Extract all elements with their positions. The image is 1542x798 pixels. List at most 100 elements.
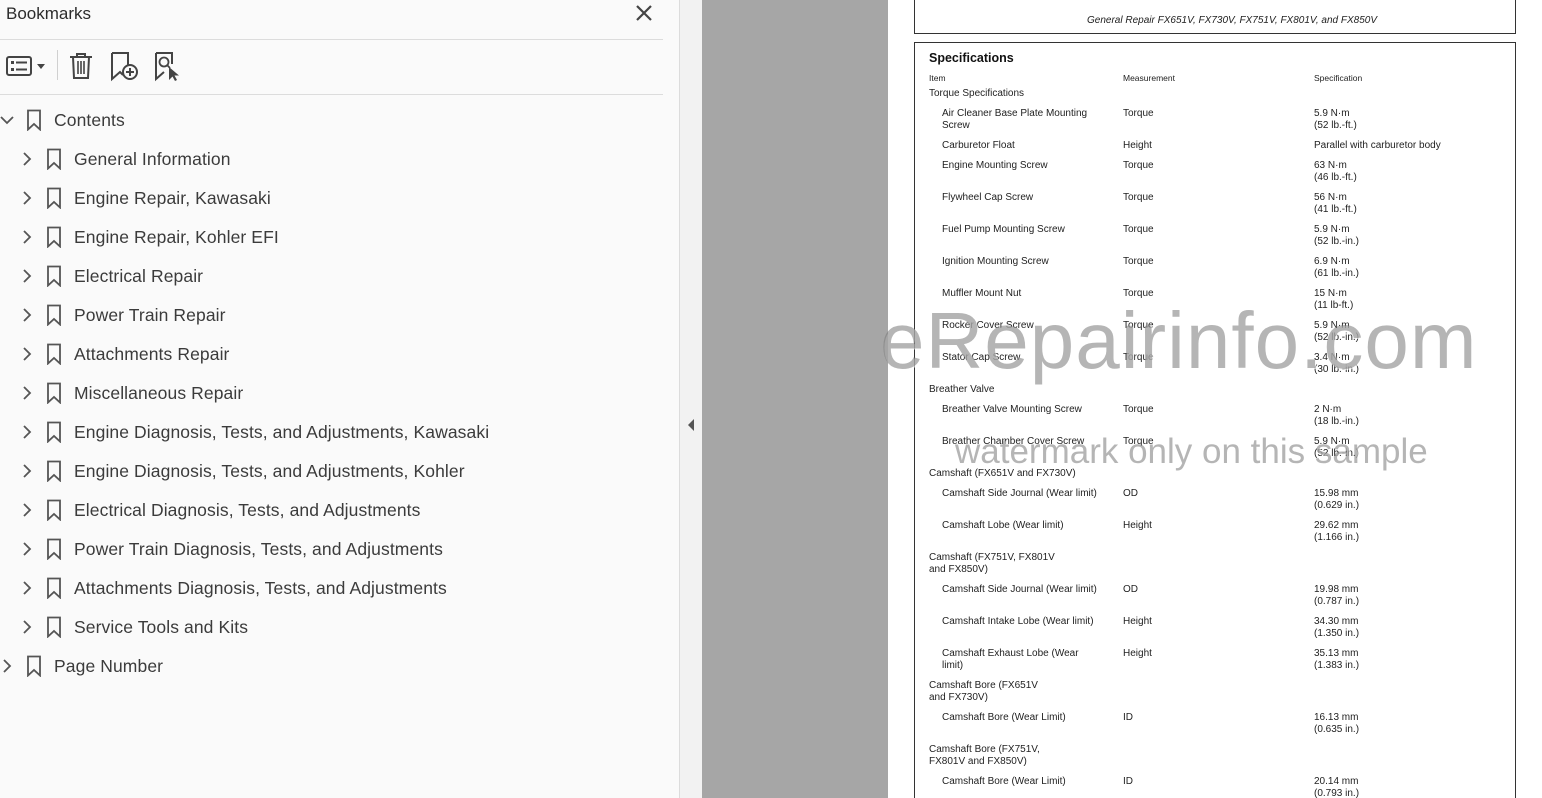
panel-splitter[interactable] xyxy=(680,0,702,798)
spec-measurement: ID xyxy=(1123,776,1133,787)
spec-item: Camshaft Side Journal (Wear limit) xyxy=(942,488,1097,499)
bookmark-item[interactable]: General Information xyxy=(20,144,231,174)
bookmark-icon xyxy=(27,655,41,677)
bookmark-icon xyxy=(47,538,61,560)
bookmark-icon xyxy=(47,460,61,482)
bookmark-item[interactable]: Engine Repair, Kawasaki xyxy=(20,183,271,213)
bookmark-label: Power Train Diagnosis, Tests, and Adjust… xyxy=(74,538,443,559)
bookmark-label: Engine Repair, Kawasaki xyxy=(74,187,271,208)
chevron-right-icon[interactable] xyxy=(20,306,34,324)
bookmark-label: Engine Diagnosis, Tests, and Adjustments… xyxy=(74,460,465,481)
section-heading: and FX850V) xyxy=(929,564,988,575)
bookmark-icon xyxy=(47,499,61,521)
column-header-measurement: Measurement xyxy=(1123,73,1175,83)
chevron-right-icon[interactable] xyxy=(20,345,34,363)
page-header-box: General Repair FX651V, FX730V, FX751V, F… xyxy=(914,0,1516,34)
spec-value: (1.383 in.) xyxy=(1314,660,1360,671)
section-heading: and FX730V) xyxy=(929,692,988,703)
spec-value: 19.98 mm xyxy=(1314,584,1359,595)
section-heading: Torque Specifications xyxy=(929,88,1025,99)
divider xyxy=(0,39,663,40)
bookmark-item[interactable]: Electrical Repair xyxy=(20,261,203,291)
bookmark-item[interactable]: Power Train Diagnosis, Tests, and Adjust… xyxy=(20,534,443,564)
trash-icon[interactable] xyxy=(67,50,95,82)
chevron-right-icon[interactable] xyxy=(20,462,34,480)
spec-item: Engine Mounting Screw xyxy=(942,160,1048,171)
spec-item: Carburetor Float xyxy=(942,140,1015,151)
bookmark-icon xyxy=(27,109,41,131)
chevron-right-icon[interactable] xyxy=(20,150,34,168)
spec-title: Specifications xyxy=(929,51,1014,65)
chevron-right-icon[interactable] xyxy=(20,618,34,636)
chevron-right-icon[interactable] xyxy=(20,540,34,558)
spec-measurement: Height xyxy=(1123,648,1152,659)
chevron-down-icon[interactable] xyxy=(0,111,14,129)
collapse-arrow-icon[interactable] xyxy=(686,418,696,432)
chevron-right-icon[interactable] xyxy=(20,501,34,519)
chevron-right-icon[interactable] xyxy=(20,189,34,207)
spec-value: (41 lb.-ft.) xyxy=(1314,204,1357,215)
spec-value: 15.98 mm xyxy=(1314,488,1359,499)
bookmark-item[interactable]: Miscellaneous Repair xyxy=(20,378,243,408)
section-heading: Camshaft Bore (FX751V, xyxy=(929,744,1040,755)
spec-value: 34.30 mm xyxy=(1314,616,1359,627)
spec-value: 20.14 mm xyxy=(1314,776,1359,787)
bookmark-item[interactable]: Engine Diagnosis, Tests, and Adjustments… xyxy=(20,417,489,447)
bookmark-item[interactable]: Power Train Repair xyxy=(20,300,226,330)
spec-item: Air Cleaner Base Plate Mounting xyxy=(942,108,1088,119)
chevron-right-icon[interactable] xyxy=(20,579,34,597)
column-header-item: Item xyxy=(929,73,946,83)
spec-measurement: Torque xyxy=(1123,224,1154,235)
bookmark-item[interactable]: Service Tools and Kits xyxy=(20,612,248,642)
chevron-right-icon[interactable] xyxy=(20,228,34,246)
spec-value: 29.62 mm xyxy=(1314,520,1359,531)
bookmark-item[interactable]: Attachments Diagnosis, Tests, and Adjust… xyxy=(20,573,447,603)
spec-measurement: Height xyxy=(1123,520,1152,531)
spec-item: Breather Valve Mounting Screw xyxy=(942,404,1082,415)
panel-title: Bookmarks xyxy=(6,4,92,23)
watermark-note: watermark only on this sample xyxy=(955,432,1428,471)
spec-measurement: ID xyxy=(1123,712,1133,723)
spec-value: 16.13 mm xyxy=(1314,712,1359,723)
spec-value: (0.793 in.) xyxy=(1314,788,1360,798)
specifications-table: Specifications Item Measurement Specific… xyxy=(914,42,1516,798)
spec-measurement: Height xyxy=(1123,616,1152,627)
bookmark-label: Attachments Diagnosis, Tests, and Adjust… xyxy=(74,577,447,598)
bookmark-icon xyxy=(47,148,61,170)
watermark-text: eRepairinfo.com xyxy=(880,296,1478,385)
column-header-specification: Specification xyxy=(1314,73,1363,83)
spec-value: 63 N·m xyxy=(1314,160,1347,171)
chevron-right-icon[interactable] xyxy=(20,267,34,285)
add-bookmark-icon[interactable] xyxy=(108,50,140,82)
bookmarks-panel: Bookmarks Contents General Information Eng… xyxy=(0,0,680,798)
spec-value: (18 lb.-in.) xyxy=(1314,416,1360,427)
chevron-right-icon[interactable] xyxy=(0,657,14,675)
spec-item: Camshaft Lobe (Wear limit) xyxy=(942,520,1064,531)
section-heading: Camshaft Bore (FX651V xyxy=(929,680,1038,691)
bookmark-label: Service Tools and Kits xyxy=(74,616,249,637)
options-menu-icon[interactable] xyxy=(4,50,48,82)
spec-value: (0.787 in.) xyxy=(1314,596,1360,607)
spec-item: limit) xyxy=(942,660,964,671)
bookmark-item[interactable]: Page Number xyxy=(0,651,163,681)
bookmark-item[interactable]: Contents xyxy=(0,105,125,135)
bookmark-item[interactable]: Engine Diagnosis, Tests, and Adjustments… xyxy=(20,456,465,486)
close-icon[interactable] xyxy=(632,1,656,25)
spec-value: 56 N·m xyxy=(1314,192,1347,203)
bookmark-item[interactable]: Engine Repair, Kohler EFI xyxy=(20,222,279,252)
bookmark-item[interactable]: Electrical Diagnosis, Tests, and Adjustm… xyxy=(20,495,420,525)
chevron-right-icon[interactable] xyxy=(20,423,34,441)
spec-value: (46 lb.-ft.) xyxy=(1314,172,1357,183)
spec-item: Camshaft Bore (Wear Limit) xyxy=(942,712,1066,723)
chevron-right-icon[interactable] xyxy=(20,384,34,402)
spec-measurement: Torque xyxy=(1123,160,1154,171)
find-bookmark-icon[interactable] xyxy=(152,50,182,82)
spec-measurement: Torque xyxy=(1123,256,1154,267)
bookmark-label: Page Number xyxy=(54,655,164,676)
bookmark-label: Electrical Repair xyxy=(74,265,204,286)
spec-measurement: OD xyxy=(1123,488,1138,499)
spec-value: (61 lb.-in.) xyxy=(1314,268,1360,279)
bookmark-item[interactable]: Attachments Repair xyxy=(20,339,229,369)
spec-value: 35.13 mm xyxy=(1314,648,1359,659)
spec-value: 5.9 N·m xyxy=(1314,224,1350,235)
